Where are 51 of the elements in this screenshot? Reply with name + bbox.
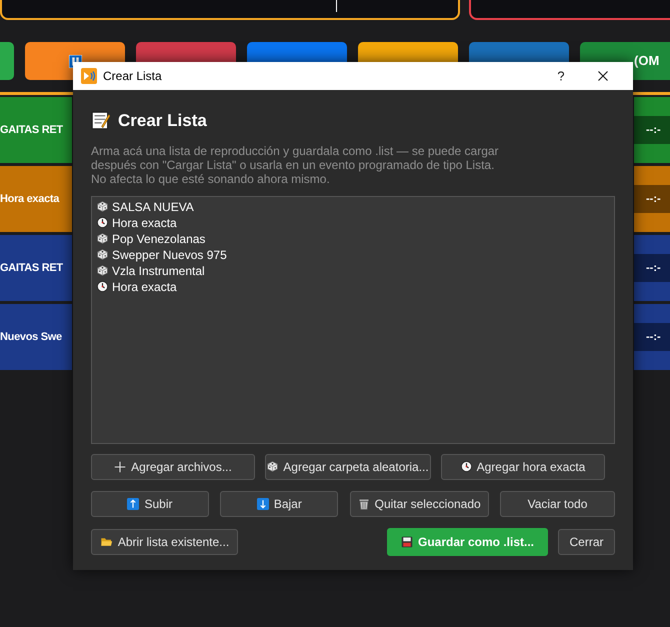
close-icon: [597, 70, 609, 82]
dice-icon: [97, 265, 108, 276]
time-display: --:-: [634, 116, 670, 144]
time-display: --:-: [634, 185, 670, 213]
playlist-item[interactable]: Pop Venezolanas: [97, 230, 206, 246]
track-card[interactable]: Nuevos Swe: [0, 304, 72, 370]
dice-icon: [97, 233, 108, 244]
close-dialog-button[interactable]: Cerrar: [558, 528, 615, 554]
description-text: Arma acá una lista de reproducción y guardala como .list — se puede cargar después con "Cargar Lista" o usarla en un evento programado de tipo Lista. No afecta lo que esté sonando ahora mismo.: [91, 144, 500, 186]
folder-icon: [100, 536, 113, 548]
action-button[interactable]: Agregar archivos...: [91, 454, 255, 480]
clock-icon: [97, 217, 108, 228]
track-title: GAITAS RET: [0, 122, 63, 138]
action-button[interactable]: Agregar hora exacta: [441, 454, 605, 480]
trash-icon: [358, 498, 370, 510]
playlist-item[interactable]: SALSA NUEVA: [97, 198, 194, 214]
help-icon: [556, 69, 566, 83]
playlist-box[interactable]: SALSA NUEVA Hora exacta Pop Venezolanas Swepper Nuevos 975 Vzla Instrumental Hora exacta: [91, 196, 615, 444]
track-card[interactable]: --:-: [634, 304, 670, 370]
clock-icon: [97, 281, 108, 292]
playlist-item[interactable]: Hora exacta: [97, 214, 177, 230]
track-card[interactable]: GAITAS RET: [0, 97, 72, 163]
playlist-item[interactable]: Swepper Nuevos 975: [97, 246, 227, 262]
notepad-icon: [91, 111, 110, 130]
time-display: --:-: [634, 323, 670, 351]
track-card[interactable]: --:-: [634, 97, 670, 163]
action-button[interactable]: Quitar seleccionado: [350, 490, 489, 516]
action-button[interactable]: Vaciar todo: [500, 490, 615, 516]
dice-icon: [267, 461, 278, 472]
plus-icon: [114, 460, 126, 472]
action-button[interactable]: Bajar: [220, 490, 338, 516]
track-card[interactable]: --:-: [634, 166, 670, 232]
track-title: Hora exacta: [0, 192, 60, 207]
track-title: Nuevos Swe: [0, 330, 62, 345]
track-card[interactable]: GAITAS RET: [0, 235, 72, 301]
open-list-button[interactable]: Abrir lista existente...: [91, 528, 238, 554]
clock-icon: [460, 461, 472, 472]
window-title: Crear Lista: [103, 68, 163, 85]
track-card[interactable]: --:-: [634, 235, 670, 301]
time-display: --:-: [634, 254, 670, 282]
track-title: GAITAS RET: [0, 260, 63, 276]
dice-icon: [97, 201, 108, 212]
dialog-heading: Crear Lista: [118, 110, 207, 132]
text-cursor: [336, 0, 337, 12]
app-logo-icon: [81, 68, 97, 84]
playlist-item[interactable]: Hora exacta: [97, 278, 177, 294]
action-button[interactable]: Agregar carpeta aleatoria...: [265, 454, 431, 480]
action-button[interactable]: Subir: [91, 490, 209, 516]
playlist-item[interactable]: Vzla Instrumental: [97, 262, 205, 278]
dice-icon: [97, 249, 108, 260]
track-card[interactable]: Hora exacta: [0, 166, 72, 232]
